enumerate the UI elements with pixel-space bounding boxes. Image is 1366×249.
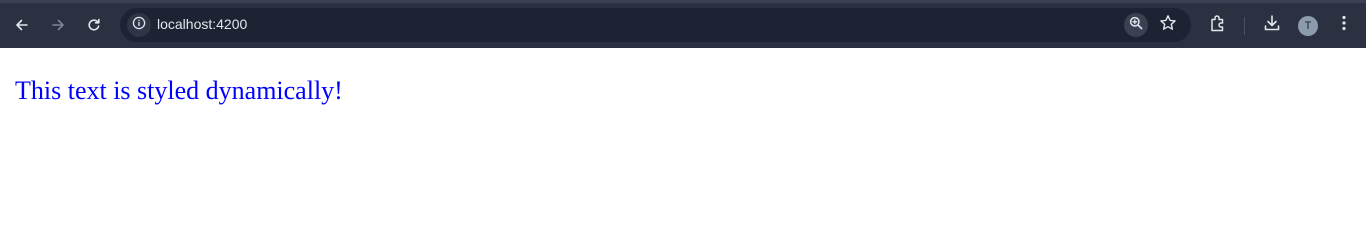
downloads-button[interactable]	[1260, 13, 1284, 37]
menu-button[interactable]	[1332, 13, 1356, 37]
back-button[interactable]	[8, 11, 36, 39]
info-icon	[132, 16, 146, 35]
page-content: This text is styled dynamically!	[0, 48, 1366, 249]
reload-button[interactable]	[80, 11, 108, 39]
browser-toolbar: localhost:4200 T	[0, 0, 1366, 48]
toolbar-divider	[1244, 17, 1245, 35]
site-info-button[interactable]	[127, 13, 151, 37]
reload-icon	[86, 17, 102, 33]
url-text[interactable]: localhost:4200	[157, 16, 247, 32]
puzzle-icon	[1208, 13, 1228, 38]
star-icon	[1159, 14, 1177, 37]
address-bar[interactable]: localhost:4200	[120, 8, 1191, 42]
zoom-button[interactable]	[1124, 13, 1148, 37]
extensions-button[interactable]	[1206, 13, 1230, 37]
arrow-left-icon	[14, 17, 30, 33]
profile-avatar[interactable]: T	[1298, 16, 1318, 36]
bookmark-button[interactable]	[1156, 13, 1180, 37]
kebab-menu-icon	[1334, 13, 1354, 38]
forward-button[interactable]	[44, 11, 72, 39]
download-icon	[1262, 13, 1282, 38]
styled-text: This text is styled dynamically!	[15, 76, 343, 105]
arrow-right-icon	[50, 17, 66, 33]
zoom-in-icon	[1128, 15, 1144, 36]
